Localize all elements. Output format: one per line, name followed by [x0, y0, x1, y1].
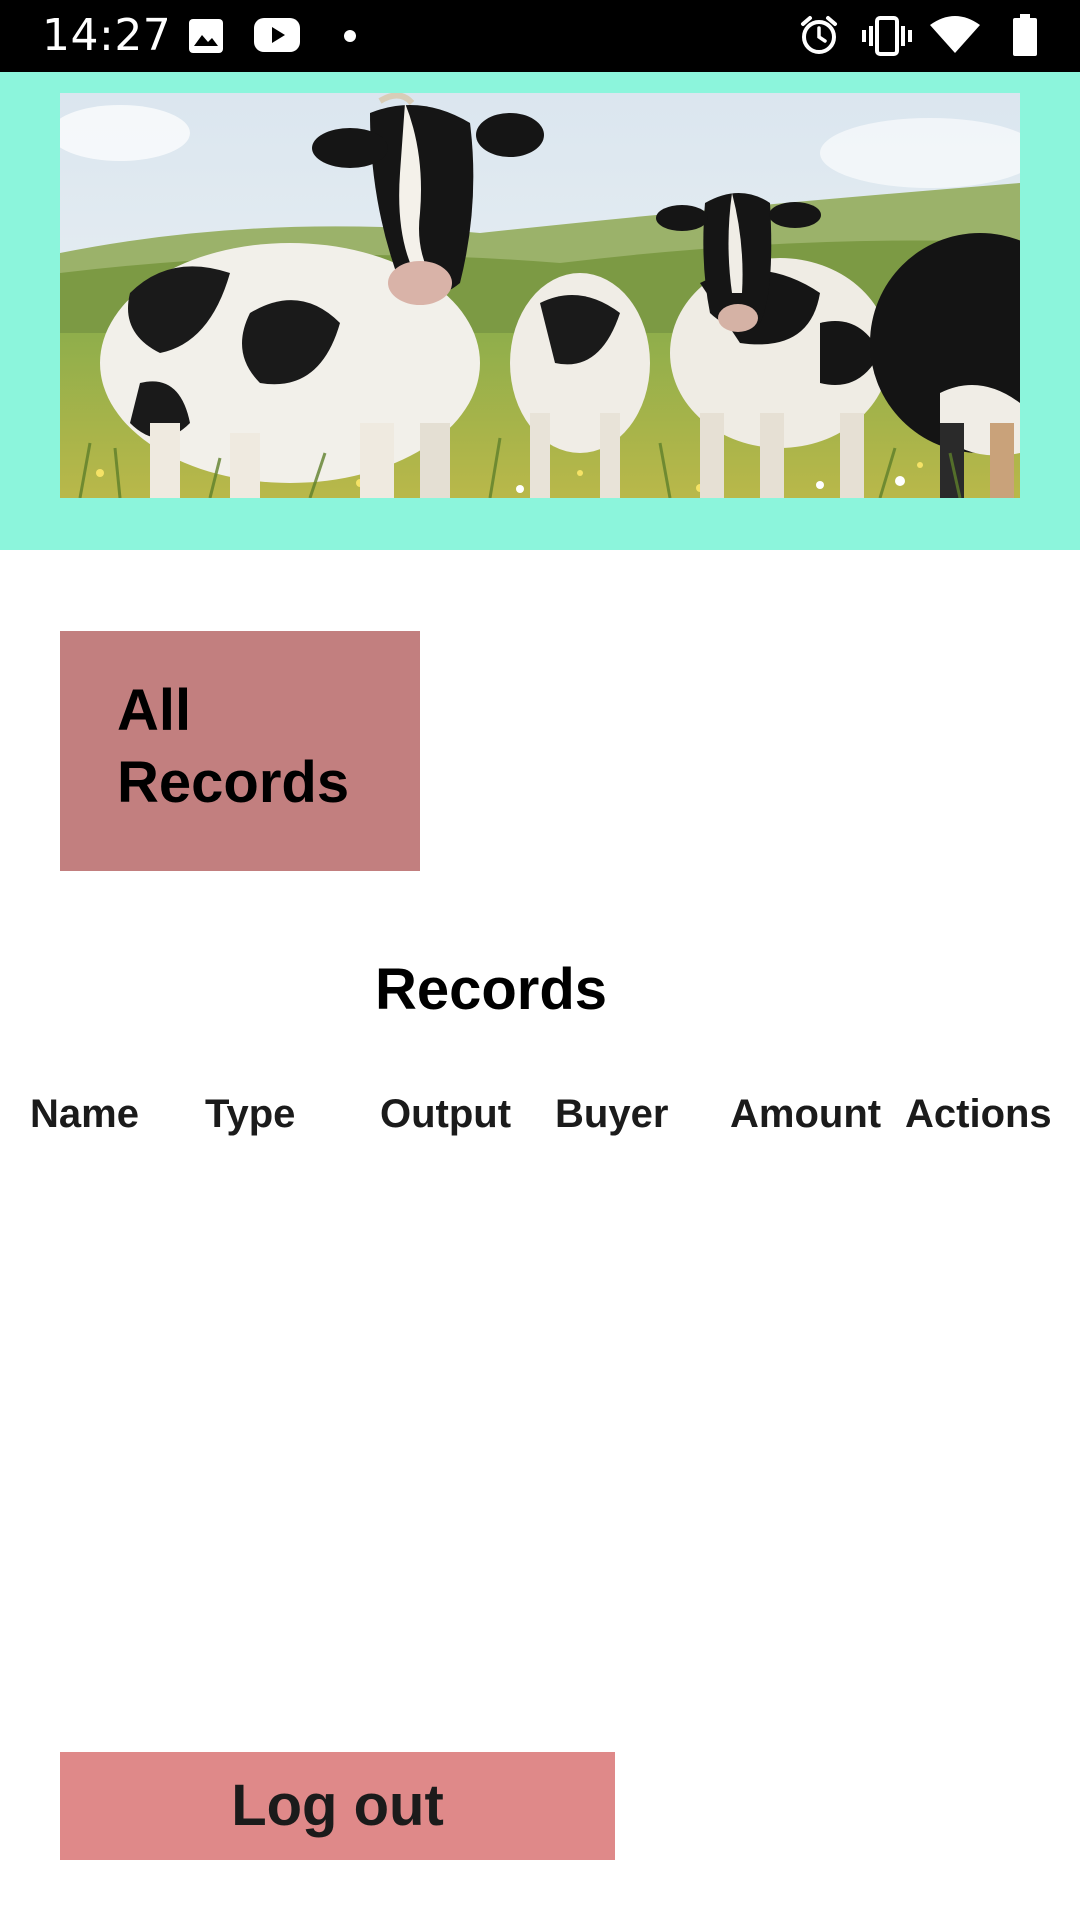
column-header-actions: Actions [905, 1092, 1052, 1136]
battery-icon [1013, 14, 1037, 56]
header-banner [0, 72, 1080, 550]
records-title: Records [374, 957, 608, 1022]
column-header-type: Type [205, 1092, 296, 1136]
vibrate-icon [862, 16, 912, 56]
column-header-name: Name [30, 1092, 139, 1136]
dot-icon [344, 30, 356, 42]
wifi-icon [930, 16, 980, 53]
column-header-output: Output [380, 1092, 512, 1136]
logout-label: Log out [231, 1773, 444, 1838]
status-bar: 14:27 [0, 0, 1080, 72]
all-records-button[interactable]: All Records [60, 631, 420, 871]
image-icon [189, 19, 223, 53]
status-time: 14:27 [42, 10, 172, 61]
alarm-icon [801, 16, 837, 54]
youtube-icon [254, 18, 300, 52]
banner-image [60, 93, 1020, 498]
column-header-amount: Amount [730, 1092, 882, 1136]
logout-button[interactable]: Log out [60, 1752, 615, 1860]
records-table-header: Name Type Output Buyer Amount Actions [0, 1088, 1080, 1144]
column-header-buyer: Buyer [555, 1092, 669, 1136]
all-records-label: All Records [117, 678, 350, 815]
